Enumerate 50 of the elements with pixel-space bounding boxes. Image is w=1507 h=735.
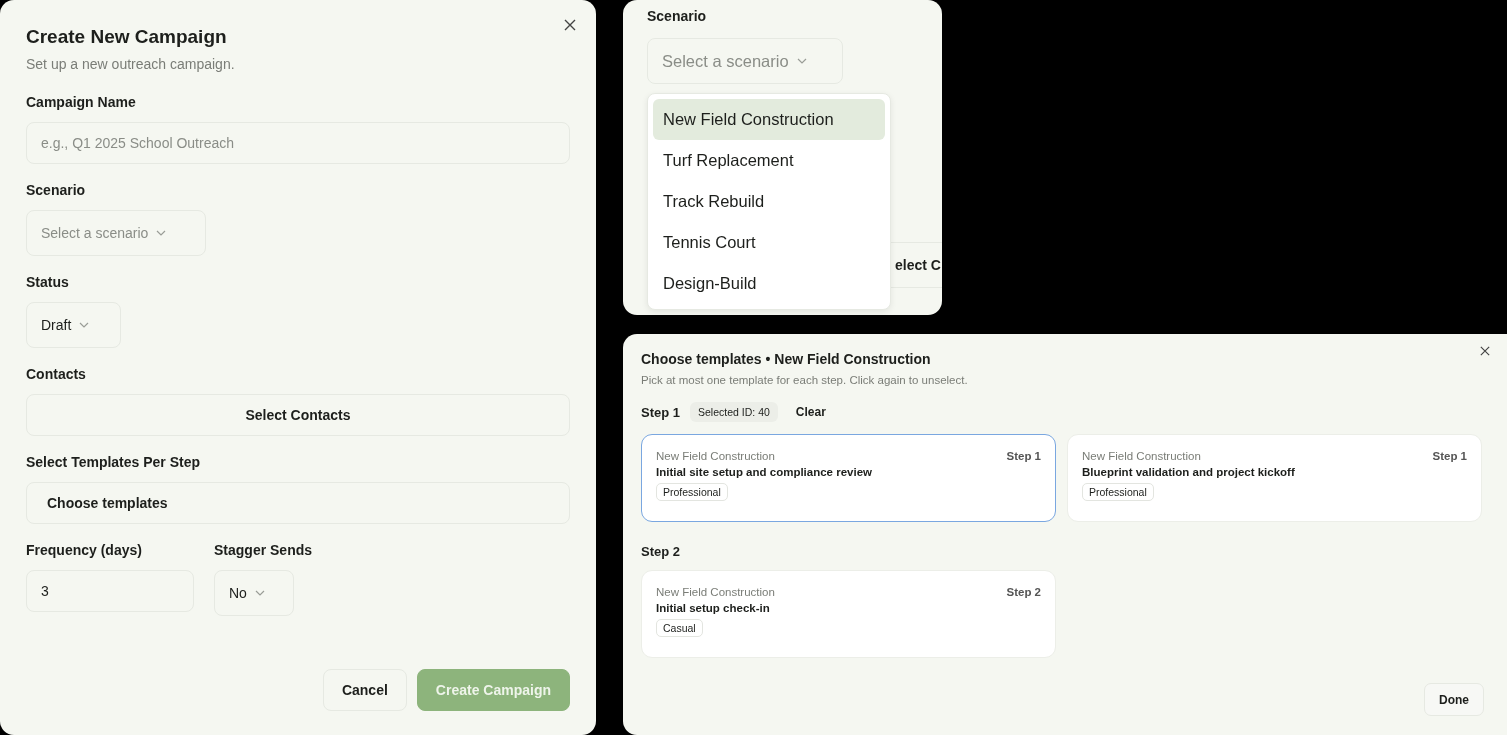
- template-scenario: New Field Construction: [656, 450, 775, 462]
- step-label: Step 2: [641, 544, 680, 559]
- select-contacts-button[interactable]: Select Contacts: [26, 394, 570, 436]
- field-label: Campaign Name: [26, 94, 137, 110]
- template-card[interactable]: New Field Construction Step 1 Blueprint validation and project kickoff Professional: [1067, 434, 1482, 522]
- dialog-title: Choose templates • New Field Construction: [641, 351, 932, 367]
- tone-tag: Casual: [656, 619, 703, 637]
- close-icon[interactable]: [564, 19, 576, 31]
- selected-badge: Selected ID: 40: [690, 402, 778, 422]
- field-label: Contacts: [26, 366, 87, 382]
- template-scenario: New Field Construction: [1082, 450, 1201, 462]
- template-card[interactable]: New Field Construction Step 2 Initial setup check-in Casual: [641, 570, 1056, 658]
- status-select[interactable]: Draft: [26, 302, 121, 348]
- menu-option[interactable]: Design-Build: [653, 263, 885, 304]
- stagger-select[interactable]: No: [214, 570, 294, 616]
- frequency-field[interactable]: 3: [26, 570, 194, 612]
- dialog-subtitle: Pick at most one template for each step. Click again to unselect.: [641, 374, 969, 386]
- menu-option[interactable]: Tennis Court: [653, 222, 885, 263]
- field-label: Status: [26, 274, 70, 290]
- menu-option[interactable]: Turf Replacement: [653, 140, 885, 181]
- clear-button[interactable]: Clear: [787, 401, 834, 423]
- step-label: Step 1: [641, 404, 680, 420]
- dialog-title: Create New Campaign: [26, 26, 228, 48]
- field-label: Scenario: [647, 8, 708, 24]
- template-name: Initial setup check-in: [656, 602, 771, 614]
- field-label: Frequency (days): [26, 542, 143, 558]
- field-label: Select Templates Per Step: [26, 454, 202, 470]
- chevron-down-icon: [796, 58, 807, 64]
- menu-option[interactable]: New Field Construction: [653, 99, 885, 140]
- choose-templates-button[interactable]: Choose templates: [26, 482, 570, 524]
- done-button[interactable]: Done: [1424, 683, 1484, 716]
- cancel-button[interactable]: Cancel: [322, 669, 407, 711]
- template-scenario: New Field Construction: [656, 586, 775, 598]
- template-step: Step 1: [1432, 450, 1467, 462]
- chevron-down-icon: [254, 590, 265, 596]
- chevron-down-icon: [79, 322, 90, 328]
- chevron-down-icon: [156, 230, 167, 236]
- campaign-name-field[interactable]: e.g., Q1 2025 School Outreach: [26, 122, 570, 164]
- template-name: Blueprint validation and project kickoff: [1082, 466, 1296, 478]
- template-card[interactable]: New Field Construction Step 1 Initial site setup and compliance review Professional: [641, 434, 1056, 522]
- field-label: Stagger Sends: [214, 542, 313, 558]
- dialog-subtitle: Set up a new outreach campaign.: [26, 56, 236, 72]
- menu-option[interactable]: Track Rebuild: [653, 181, 885, 222]
- template-step: Step 1: [1006, 450, 1041, 462]
- template-step: Step 2: [1006, 586, 1041, 598]
- close-icon[interactable]: [1480, 346, 1490, 356]
- tone-tag: Professional: [656, 483, 728, 501]
- template-name: Initial site setup and compliance review: [656, 466, 873, 478]
- tone-tag: Professional: [1082, 483, 1154, 501]
- field-label: Scenario: [26, 182, 87, 198]
